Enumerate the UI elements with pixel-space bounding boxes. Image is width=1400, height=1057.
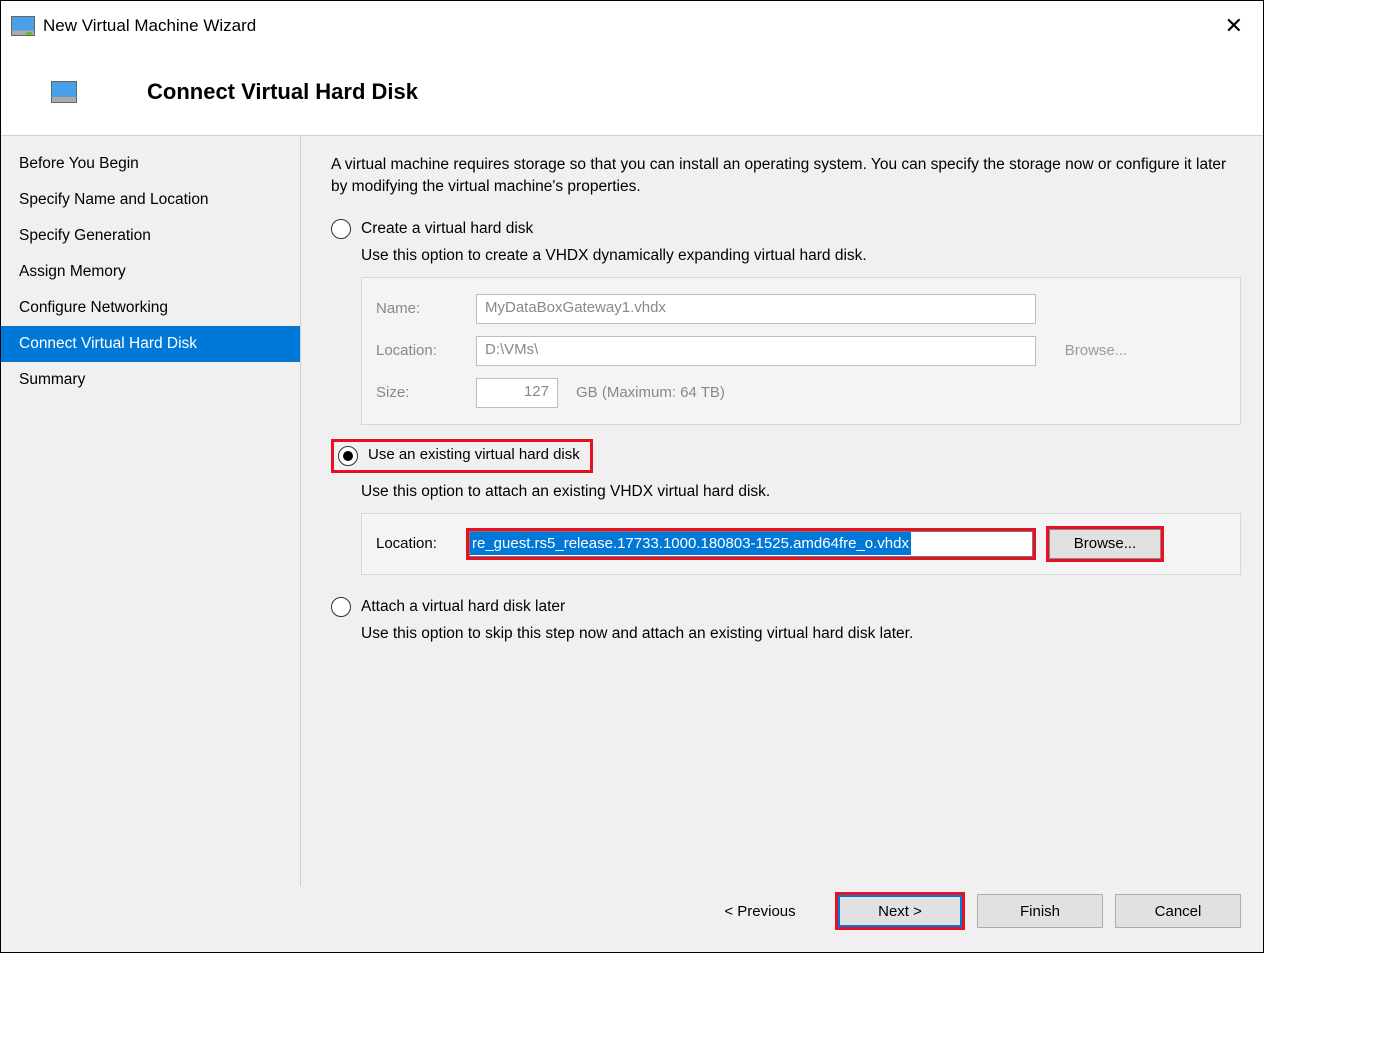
- option-later-label: Attach a virtual hard disk later: [361, 598, 565, 616]
- sidebar-step-specify-name[interactable]: Specify Name and Location: [1, 182, 300, 218]
- sidebar-step-configure-networking[interactable]: Configure Networking: [1, 290, 300, 326]
- sidebar-step-specify-generation[interactable]: Specify Generation: [1, 218, 300, 254]
- cancel-button[interactable]: Cancel: [1115, 894, 1241, 928]
- option-create-label: Create a virtual hard disk: [361, 220, 533, 238]
- option-create-fields: Name: MyDataBoxGateway1.vhdx Location: D…: [361, 277, 1241, 425]
- previous-button[interactable]: < Previous: [697, 894, 823, 928]
- option-use-existing: Use an existing virtual hard disk Use th…: [331, 439, 1241, 575]
- sidebar-step-connect-vhd[interactable]: Connect Virtual Hard Disk: [1, 326, 300, 362]
- option-create-vhd: Create a virtual hard disk Use this opti…: [331, 219, 1241, 425]
- option-later-sub: Use this option to skip this step now an…: [361, 625, 1241, 643]
- name-label: Name:: [376, 300, 466, 317]
- titlebar: New Virtual Machine Wizard ✕: [1, 1, 1263, 51]
- sidebar-step-before-you-begin[interactable]: Before You Begin: [1, 146, 300, 182]
- wizard-header: Connect Virtual Hard Disk: [1, 51, 1263, 136]
- radio-use-existing[interactable]: [338, 446, 358, 466]
- window-title: New Virtual Machine Wizard: [43, 16, 256, 36]
- close-icon[interactable]: ✕: [1215, 9, 1253, 43]
- sidebar-step-assign-memory[interactable]: Assign Memory: [1, 254, 300, 290]
- vm-header-icon: [51, 81, 77, 103]
- finish-button[interactable]: Finish: [977, 894, 1103, 928]
- browse-disabled: Browse...: [1046, 342, 1146, 359]
- option-existing-fields: Location: re_guest.rs5_release.17733.100…: [361, 513, 1241, 575]
- existing-location-input[interactable]: re_guest.rs5_release.17733.1000.180803-1…: [466, 528, 1036, 560]
- radio-attach-later[interactable]: [331, 597, 351, 617]
- page-description: A virtual machine requires storage so th…: [331, 154, 1241, 199]
- vm-wizard-icon: [11, 16, 35, 36]
- wizard-main: A virtual machine requires storage so th…: [301, 136, 1263, 886]
- size-label: Size:: [376, 384, 466, 401]
- radio-create-vhd[interactable]: [331, 219, 351, 239]
- option-existing-sub: Use this option to attach an existing VH…: [361, 483, 1241, 501]
- option-attach-later: Attach a virtual hard disk later Use thi…: [331, 597, 1241, 643]
- size-input: 127: [476, 378, 558, 408]
- option-create-sub: Use this option to create a VHDX dynamic…: [361, 247, 1241, 265]
- wizard-body: Before You Begin Specify Name and Locati…: [1, 136, 1263, 886]
- existing-location-label: Location:: [376, 535, 456, 552]
- browse-button[interactable]: Browse...: [1049, 529, 1161, 559]
- location-label: Location:: [376, 342, 466, 359]
- next-button[interactable]: Next >: [838, 895, 962, 927]
- size-suffix: GB (Maximum: 64 TB): [576, 384, 725, 401]
- wizard-footer: < Previous Next > Finish Cancel: [1, 886, 1263, 952]
- name-input: MyDataBoxGateway1.vhdx: [476, 294, 1036, 324]
- wizard-sidebar: Before You Begin Specify Name and Locati…: [1, 136, 301, 886]
- sidebar-step-summary[interactable]: Summary: [1, 362, 300, 398]
- option-existing-label: Use an existing virtual hard disk: [368, 446, 580, 466]
- page-title: Connect Virtual Hard Disk: [147, 79, 418, 105]
- location-input: D:\VMs\: [476, 336, 1036, 366]
